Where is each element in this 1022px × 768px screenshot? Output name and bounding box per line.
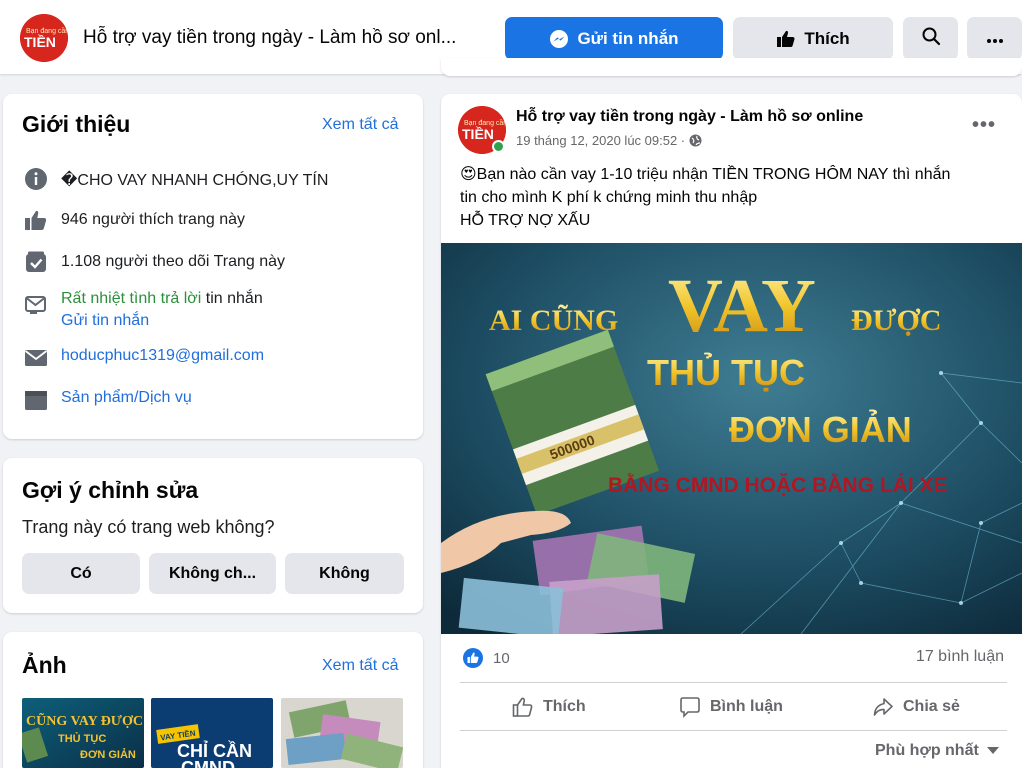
post-timestamp[interactable]: 19 tháng 12, 2020 lúc 09:52 · [516,133,685,148]
intro-category-row: Sản phẩm/Dịch vụ [23,388,192,412]
send-message-button[interactable]: Gửi tin nhắn [505,17,723,60]
image-line1-right: ĐƯỢC [851,304,942,337]
post-message-line-1: 😍Bạn nào cần vay 1-10 triệu nhận TIỀN TR… [460,166,951,183]
intro-description: �CHO VAY NHANH CHÓNG,UY TÍN [61,172,329,189]
intro-followers-row: 1.108 người theo dõi Trang này [23,250,285,274]
post-author-name[interactable]: Hỗ trợ vay tiền trong ngày - Làm hồ sơ o… [516,108,863,126]
caret-down-icon [986,747,999,755]
intro-heading: Giới thiệu [22,111,131,137]
post-message-line-2: tin cho mình K phí k chứng minh thu nhập [460,189,758,206]
photo-thumbnail-2[interactable]: VAY TIỀN CHỈ CẦN CMND [151,698,273,768]
tag-box-icon [23,388,49,412]
avatar-text: TIỀN [24,34,56,50]
like-reaction-icon [463,648,483,668]
like-page-button[interactable]: Thích [733,17,893,60]
intro-likes-row: 946 người thích trang này [23,208,245,232]
image-line4: BẰNG CMND HOẶC BẰNG LÁI XE [608,473,948,497]
intro-followers: 1.108 người theo dõi Trang này [61,253,286,270]
photo-thumbnail-3[interactable] [281,698,403,768]
send-message-label: Gửi tin nhắn [577,28,679,48]
search-button[interactable] [903,17,958,60]
messenger-icon [549,29,569,49]
intro-response-row: Rất nhiệt tình trả lời tin nhắn Gửi tin … [23,288,263,332]
search-icon [921,26,941,51]
intro-email-link[interactable]: hoducphuc1319@gmail.com [61,346,264,365]
thumb1-text-2: THỦ TỤC [58,732,106,745]
more-options-button[interactable] [967,17,1022,60]
photo-thumbnail-1[interactable]: CŨNG VAY ĐƯỢC THỦ TỤC ĐƠN GIẢN [22,698,144,768]
intro-description-row: �CHO VAY NHANH CHÓNG,UY TÍN [23,167,328,191]
image-line1-big: VAY [668,264,816,348]
post-image[interactable]: 500000 AI CŨNG VAY ĐƯỢC THỦ TỤC ĐƠN GIẢN… [441,243,1022,634]
stats-divider [460,682,1007,683]
intro-email-row: hoducphuc1319@gmail.com [23,346,264,370]
response-rate-suffix: tin nhắn [201,290,263,307]
post-timestamp-row: 19 tháng 12, 2020 lúc 09:52 · [516,133,702,148]
like-post-label: Thích [543,698,586,715]
online-status-dot [492,140,505,153]
comment-sort-label: Phù hợp nhất [875,742,979,759]
post-avatar-text: TIỀN [462,126,494,142]
photos-see-all-link[interactable]: Xem tất cả [322,657,398,675]
image-line2: THỦ TỤC [647,351,805,393]
send-message-link[interactable]: Gửi tin nhắn [61,310,263,332]
reaction-count: 10 [493,649,510,667]
info-icon [23,167,49,191]
comment-icon [679,696,701,718]
like-post-button[interactable]: Thích [512,694,586,720]
post-message-line-3: HỖ TRỢ NỢ XẤU [460,212,591,229]
reaction-summary[interactable]: 10 [463,648,510,668]
photos-heading: Ảnh [22,652,67,678]
envelope-icon [23,346,49,370]
comment-button[interactable]: Bình luận [679,694,783,720]
thumb1-text-3: ĐƠN GIẢN [80,748,136,761]
globe-icon [689,134,702,147]
suggest-no-button[interactable]: Không [285,553,404,594]
intro-card: Giới thiệu Xem tất cả �CHO VAY NHANH CHÓ… [3,94,423,439]
thumbs-up-icon [776,29,796,49]
intro-category-link[interactable]: Sản phẩm/Dịch vụ [61,388,192,407]
thumbs-up-icon [23,208,49,232]
share-button[interactable]: Chia sẻ [872,694,960,720]
page-avatar[interactable]: Bạn đang cần TIỀN [20,14,68,62]
previous-card-edge [441,58,1022,76]
intro-likes: 946 người thích trang này [61,211,245,228]
response-icon [23,292,49,316]
actions-divider [460,730,1007,731]
share-icon [872,696,894,718]
image-line1-left: AI CŨNG [489,304,618,337]
follow-check-icon [23,250,49,274]
more-icon [985,29,1005,49]
comment-sort-dropdown[interactable]: Phù hợp nhất [875,742,999,760]
image-line3: ĐƠN GIẢN [729,409,912,450]
comment-label: Bình luận [710,698,783,715]
post-message: 😍Bạn nào cần vay 1-10 triệu nhận TIỀN TR… [460,163,1010,232]
share-label: Chia sẻ [903,698,960,715]
like-page-label: Thích [804,28,850,48]
thumb2-text-2: CMND [181,758,235,768]
response-rate: Rất nhiệt tình trả lời [61,290,202,307]
thumb1-text-1: CŨNG VAY ĐƯỢC [26,711,143,729]
post-more-icon[interactable]: ••• [972,114,996,137]
thumbs-up-outline-icon [512,696,534,718]
suggest-unsure-button[interactable]: Không ch... [149,553,276,594]
intro-see-all-link[interactable]: Xem tất cả [322,116,398,134]
suggest-yes-button[interactable]: Có [22,553,140,594]
suggest-question: Trang này có trang web không? [22,517,275,537]
page-title: Hỗ trợ vay tiền trong ngày - Làm hồ sơ o… [83,27,457,48]
suggest-heading: Gợi ý chỉnh sửa [22,477,199,503]
comment-count[interactable]: 17 bình luận [916,648,1004,666]
